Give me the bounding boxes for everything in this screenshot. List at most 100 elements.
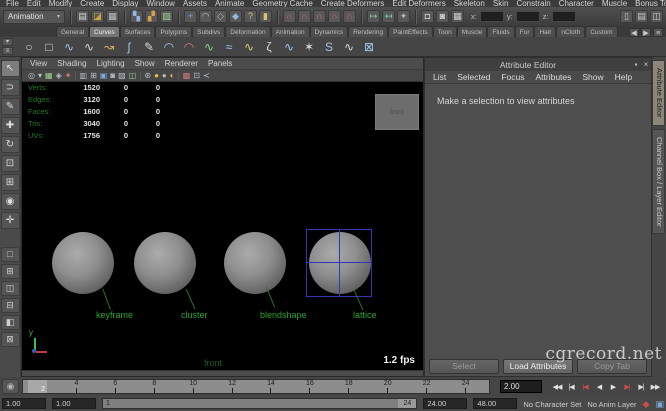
snap-icon[interactable]: ∩ [328,10,341,23]
render-icon[interactable]: ◙ [436,10,449,23]
animation-end-field[interactable] [473,398,518,409]
single-pane-layout-button[interactable]: □ [0,247,20,262]
viewport-toolbar-icon[interactable]: ⊛ [144,71,151,81]
viewport-toolbar-icon[interactable]: ✦ [65,71,72,81]
rotate-tool[interactable]: ↻ [0,136,20,153]
shelf-tool-icon[interactable]: ↝ [100,38,118,56]
copy-tab-button[interactable]: Copy Tab [577,358,647,374]
tab-attribute-editor[interactable]: Attribute Editor [652,60,665,126]
shelf-tool-icon[interactable]: □ [40,38,58,56]
snap-icon[interactable]: ∩ [343,10,356,23]
shelf-tool-icon[interactable]: ≈ [220,38,238,56]
viewport-toolbar-icon[interactable]: ⊞ [90,71,97,81]
shelf-tool-icon[interactable]: ∿ [60,38,78,56]
playback-options-button[interactable]: ◉ [2,379,19,394]
viewport-menu[interactable]: View [30,58,47,69]
play-forward-button[interactable]: ▶ [606,379,620,394]
shelf-tool-icon[interactable]: ✎ [140,38,158,56]
shelf-tool-icon[interactable]: ◠ [160,38,178,56]
snap-icon[interactable]: ∩ [283,10,296,23]
file-icon[interactable]: ▤ [76,10,89,23]
four-pane-layout-button[interactable]: ⊞ [0,264,20,279]
shelf-tool-icon[interactable]: ∿ [200,38,218,56]
step-forward-key-button[interactable]: ▶| [620,379,634,394]
time-slider[interactable]: 2 4 6 8 10 12 14 16 18 20 22 24 [22,379,490,394]
load-attributes-button[interactable]: Load Attributes [503,358,573,374]
viewport-toolbar-icon[interactable]: ◫ [129,71,137,81]
shelf-tab[interactable]: Subdivs [192,26,226,37]
scale-tool[interactable]: ⊡ [0,155,20,172]
viewport-toolbar-icon[interactable]: ▥ [80,71,88,81]
show-manipulator-tool[interactable]: ✛ [0,212,20,229]
attribute-editor-menu[interactable]: Focus [501,72,524,82]
soft-modification-tool[interactable]: ◉ [0,193,20,210]
shelf-tab[interactable]: Fluids [487,26,515,37]
viewport-toolbar-icon[interactable]: ● [154,71,159,81]
shelf-tab[interactable]: Rendering [348,26,389,37]
step-forward-frame-button[interactable]: ▶| [634,379,648,394]
selection-mask-icon[interactable]: + [184,10,197,23]
image-plane[interactable]: front [375,94,419,130]
shelf-tool-icon[interactable]: ∿ [280,38,298,56]
shelf-tab[interactable]: Deformation [225,26,271,37]
range-max-handle[interactable]: 24 [398,399,417,408]
selection-mask-icon[interactable]: ◠ [199,10,212,23]
y-coordinate-input[interactable] [515,11,540,22]
menu-item[interactable]: Skin [493,0,509,7]
viewport-toolbar-icon[interactable]: | [178,71,180,81]
attribute-editor-menu[interactable]: Help [615,72,632,82]
viewport-menu[interactable]: Lighting [97,58,125,69]
shelf-tab[interactable]: Hair [534,26,557,37]
viewport-canvas[interactable]: Verts: 1520 0 0 Edges: 3120 0 0 Faces: 1… [22,82,423,370]
step-back-frame-button[interactable]: |◀ [564,379,578,394]
selection-mode-icon[interactable]: ▨ [160,10,173,23]
file-icon[interactable]: ▦ [106,10,119,23]
tab-channel-box-layer-editor[interactable]: Channel Box / Layer Editor [652,128,665,235]
shelf-tab[interactable]: Animation [270,26,310,37]
shelf-tab[interactable]: Custom [585,26,618,37]
lasso-select-tool[interactable]: ⊃ [0,79,20,96]
menu-item[interactable]: Create [80,0,104,7]
shelf-tool-icon[interactable]: ζ [260,38,278,56]
viewport-toolbar-icon[interactable]: ▩ [183,71,191,81]
viewport-menu[interactable]: Show [135,58,155,69]
panel-toggle-icon[interactable]: ◫ [650,10,663,23]
menu-item[interactable]: Skeleton [454,0,485,7]
select-tool[interactable]: ↖ [0,60,20,77]
viewport-toolbar-icon[interactable]: ◙ [110,71,115,81]
playback-start-field[interactable] [2,398,46,409]
viewport-toolbar-icon[interactable]: | [74,71,76,81]
shelf-tool-icon[interactable]: ∿ [240,38,258,56]
viewport-toolbar-icon[interactable]: ▾ [38,71,42,81]
playback-end-field[interactable] [423,398,468,409]
shelf-tab[interactable]: Fur [514,26,535,37]
render-icon[interactable]: ▦ [451,10,464,23]
sphere-cluster[interactable] [134,232,196,294]
go-to-end-button[interactable]: ▶▶ [648,379,662,394]
z-coordinate-input[interactable] [551,11,576,22]
viewport-toolbar-icon[interactable]: ▣ [100,71,108,81]
menu-item[interactable]: Edit [27,0,41,7]
viewport-toolbar-icon[interactable]: | [139,71,141,81]
shelf-tab[interactable]: Polygons [155,26,193,37]
shelf-scroll-right-icon[interactable]: ▶ [641,28,651,37]
shelf-tab[interactable]: Curves [89,26,120,37]
shelf-tool-icon[interactable]: ∿ [340,38,358,56]
viewport-toolbar-icon[interactable]: ▦ [45,71,53,81]
shelf-tool-icon[interactable]: ʃ [120,38,138,56]
menu-item[interactable]: Create Deformers [321,0,385,7]
menu-item[interactable]: Muscle [602,0,627,7]
viewport-menu[interactable]: Renderer [165,58,198,69]
current-frame-marker[interactable]: 2 [28,380,47,393]
history-icon[interactable]: ↤ [382,10,395,23]
play-backwards-button[interactable]: ◀ [592,379,606,394]
selection-mask-icon[interactable]: ? [244,10,257,23]
menu-item[interactable]: Animate [215,0,244,7]
shelf-tool-icon[interactable]: S [320,38,338,56]
anim-layer-menu[interactable]: No Anim Layer [587,400,636,409]
menu-item[interactable]: Constrain [516,0,550,7]
panel-toggle-icon[interactable]: ▯ [620,10,633,23]
viewport-menu[interactable]: Shading [57,58,86,69]
menu-set-dropdown[interactable]: Animation ▾ [3,9,65,24]
universal-manipulator-tool[interactable]: ⊞ [0,174,20,191]
